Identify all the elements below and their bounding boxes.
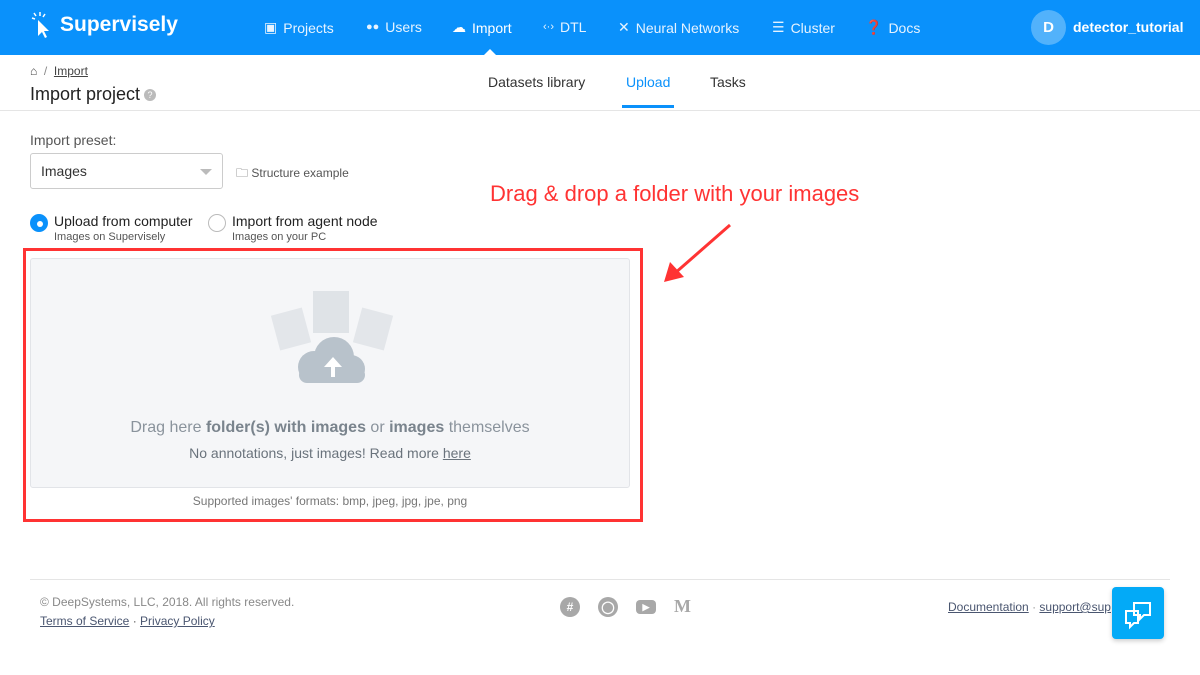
nav-projects[interactable]: ▣ Projects [264, 19, 334, 36]
radio-unchecked[interactable] [208, 214, 226, 232]
nav-label: Import [472, 19, 512, 36]
nav-label: Projects [283, 19, 334, 36]
chat-button[interactable] [1112, 587, 1164, 639]
import-preset-label: Import preset: [30, 132, 117, 148]
support-email-link[interactable]: support@sup [1039, 600, 1111, 614]
youtube-icon[interactable]: ▶ [636, 599, 656, 614]
radio-import-from-agent[interactable]: Import from agent node Images on your PC [208, 213, 378, 243]
import-preset-select[interactable]: Images [30, 153, 223, 189]
page-title-text: Import project [30, 84, 141, 104]
medium-icon[interactable]: M [674, 596, 691, 617]
tab-datasets-library[interactable]: Datasets library [488, 74, 585, 90]
copyright: © DeepSystems, LLC, 2018. All rights res… [40, 595, 295, 609]
nav-import[interactable]: ☁ Import [452, 19, 512, 36]
structure-example-link[interactable]: 🗀 Structure example [236, 164, 349, 185]
username[interactable]: detector_tutorial [1073, 19, 1183, 35]
cursor-logo-icon [31, 12, 49, 38]
documentation-link[interactable]: Documentation [948, 600, 1029, 614]
images-icon: ▣ [264, 19, 278, 35]
question-icon: ❓ [865, 19, 883, 35]
help-icon[interactable]: ? [144, 89, 157, 102]
home-icon[interactable]: ⌂ [30, 64, 37, 78]
github-icon[interactable]: ◯ [598, 596, 618, 617]
nav-neural-networks[interactable]: ✕ Neural Networks [618, 19, 739, 36]
users-icon: ●● [366, 21, 380, 33]
nav-label: Cluster [790, 19, 835, 36]
breadcrumb-import[interactable]: Import [54, 64, 88, 78]
radio-subtitle: Images on your PC [232, 231, 327, 243]
nav-label: DTL [560, 19, 587, 35]
terms-link[interactable]: Terms of Service [40, 614, 129, 628]
radio-title: Import from agent node [232, 213, 378, 229]
chat-icon [1125, 602, 1151, 630]
logo[interactable]: Supervisely [30, 12, 178, 38]
code-icon: ‹·› [543, 21, 554, 33]
nav-users[interactable]: ●● Users [366, 19, 422, 35]
privacy-link[interactable]: Privacy Policy [140, 614, 215, 628]
list-icon: ☰ [772, 19, 785, 35]
avatar[interactable]: D [1031, 10, 1066, 45]
nav-label: Neural Networks [635, 19, 740, 36]
structure-example-text: Structure example [251, 166, 349, 180]
highlight-box [23, 248, 643, 522]
brand-name: Supervisely [60, 13, 178, 36]
slack-icon[interactable]: # [560, 596, 580, 617]
annotation-arrow-icon [664, 223, 731, 282]
nav-label: Users [385, 19, 422, 35]
cloud-upload-icon: ☁ [452, 19, 466, 35]
page-title: Import project? [30, 84, 157, 105]
radio-subtitle: Images on Supervisely [54, 231, 166, 243]
nav-label: Docs [888, 19, 921, 36]
tab-upload[interactable]: Upload [622, 74, 675, 108]
top-navbar: Supervisely ▣ Projects ●● Users ☁ Import ‹·… [0, 0, 1200, 55]
chevron-down-icon [200, 169, 212, 175]
radio-title: Upload from computer [54, 213, 193, 229]
footer-links: Terms of Service · Privacy Policy [40, 614, 215, 628]
social-links: # ◯ ▶ M [560, 596, 691, 617]
nav-dtl[interactable]: ‹·› DTL [543, 19, 586, 35]
tab-tasks[interactable]: Tasks [710, 74, 746, 90]
page-header: ⌂ / Import Import project? Datasets libr… [0, 55, 1200, 111]
network-icon: ✕ [618, 19, 630, 35]
folder-icon: 🗀 [236, 166, 249, 180]
footer-right-links: Documentation · support@sup [948, 600, 1111, 614]
nav-docs[interactable]: ❓ Docs [865, 19, 920, 36]
annotation-text: Drag & drop a folder with your images [490, 181, 860, 206]
radio-checked[interactable] [30, 214, 48, 232]
radio-upload-from-computer[interactable]: Upload from computer Images on Supervisel… [30, 213, 193, 243]
breadcrumb: ⌂ / Import [30, 64, 88, 78]
nav-cluster[interactable]: ☰ Cluster [772, 19, 835, 36]
footer-divider [30, 579, 1170, 580]
select-value: Images [41, 163, 87, 179]
